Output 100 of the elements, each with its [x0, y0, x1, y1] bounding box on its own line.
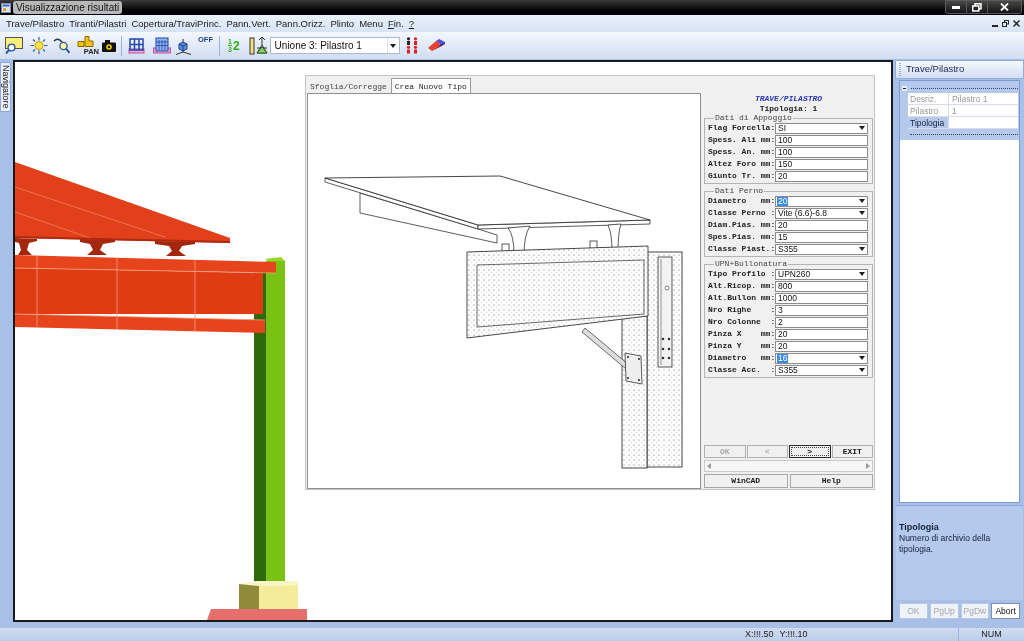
field-label: Spes.Pias. mm:: [707, 232, 775, 242]
group-title: Dati di Appoggio: [714, 114, 793, 122]
field-label: Alt.Ricop. mm:: [707, 281, 775, 291]
building-icon[interactable]: [153, 37, 171, 54]
app-icon: [1, 2, 11, 13]
text-field[interactable]: 2: [775, 316, 868, 328]
field-label: Nro Colonne :: [707, 317, 775, 327]
zoom-window-icon[interactable]: [5, 37, 23, 54]
field-label: Pinza Y mm:: [707, 341, 775, 351]
field-label: Diametro mm:: [707, 353, 775, 363]
x-coordinate: X:!!!.50: [745, 627, 774, 641]
tab[interactable]: Sfoglia/Corregge: [306, 78, 391, 93]
panel-title: Trave/Pilastro: [906, 62, 965, 77]
people-icon[interactable]: [404, 37, 419, 54]
menu-item[interactable]: Fin.: [385, 16, 406, 31]
menu-item[interactable]: Plinto: [328, 16, 357, 31]
dropdown[interactable]: UPN260: [775, 268, 868, 280]
building-frame-icon[interactable]: [128, 37, 145, 54]
eraser-icon[interactable]: [426, 39, 446, 52]
camera-icon[interactable]: [102, 39, 116, 52]
dropdown[interactable]: Unione 3: Pilastro 1: [269, 37, 400, 54]
minimize-button[interactable]: [945, 0, 967, 14]
description-text: Numero di archivio della tipologia.: [899, 533, 992, 555]
field-label: Diametro mm:: [707, 196, 775, 206]
menu-item[interactable]: Pann.Vert.: [224, 16, 273, 31]
field-label: Spess. An. mm:: [707, 147, 775, 157]
caret-icon: [859, 272, 865, 276]
form-heading: TRAVE/PILASTRO: [753, 94, 824, 104]
column-axes-icon[interactable]: [248, 36, 269, 55]
close-button[interactable]: [988, 0, 1022, 14]
close-icon[interactable]: [1013, 20, 1020, 27]
menu-item[interactable]: ?: [406, 16, 417, 31]
dropdown[interactable]: 16: [775, 352, 868, 364]
caret-icon: [859, 368, 865, 372]
dropdown[interactable]: S355: [775, 243, 868, 255]
help-button[interactable]: Help: [789, 474, 873, 488]
tab[interactable]: Crea Nuovo Tipo: [390, 78, 471, 93]
text-field[interactable]: 20: [775, 340, 868, 352]
window-title: Visualizzazione risultati: [13, 1, 123, 14]
text-field[interactable]: 15: [775, 231, 868, 243]
minimize-icon: [952, 5, 960, 9]
text-field[interactable]: 3: [775, 304, 868, 316]
dropdown[interactable]: S355: [775, 364, 868, 376]
text-field[interactable]: 1000: [775, 292, 868, 304]
caret-icon: [390, 43, 397, 48]
field-label: Classe Acc. :: [707, 365, 775, 375]
abort-button[interactable]: Abort: [991, 603, 1020, 619]
y-coordinate: Y:!!!.10: [779, 627, 808, 641]
restore-icon: [972, 2, 982, 12]
text-field[interactable]: 100: [775, 146, 868, 158]
field-label: Giunto Tr. mm:: [707, 171, 775, 181]
plinth: [239, 581, 298, 609]
group-title: UPN+Bullonatura: [714, 260, 788, 268]
text-field[interactable]: 20: [775, 219, 868, 231]
exit-button[interactable]: EXIT: [831, 445, 873, 458]
text-field[interactable]: 150: [775, 158, 868, 170]
menu-item[interactable]: Copertura/TraviPrinc.: [129, 16, 224, 31]
menu-item[interactable]: Menu: [357, 16, 385, 31]
group-title: Dati Perno: [714, 187, 764, 195]
property-label[interactable]: Tipologia: [908, 117, 948, 128]
description-title: Tipologia: [899, 522, 940, 533]
text-field[interactable]: 20: [775, 170, 868, 182]
wincad-button[interactable]: WinCAD: [704, 474, 788, 488]
purlin: [80, 239, 115, 255]
caret-icon: [859, 211, 865, 215]
menu-item[interactable]: Pann.Orizz.: [273, 16, 328, 31]
close-icon: [1000, 3, 1009, 11]
collapse-icon[interactable]: [902, 85, 907, 91]
purlin: [15, 238, 37, 255]
next-button[interactable]: >: [789, 445, 831, 458]
text-field[interactable]: 100: [775, 134, 868, 146]
form-subheading: Tipologia: 1: [758, 104, 819, 114]
text-field[interactable]: 800: [775, 280, 868, 292]
field-label: Classe Piast.:: [707, 244, 775, 254]
magnifier-icon[interactable]: [53, 37, 70, 54]
caret-icon: [859, 247, 865, 251]
navigator-tab[interactable]: Navigatore: [0, 62, 11, 112]
purlin: [155, 241, 195, 256]
field-label: Pinza X mm:: [707, 329, 775, 339]
text-field[interactable]: 20: [775, 328, 868, 340]
field-label: Altez Foro mm:: [707, 159, 775, 169]
restore-icon[interactable]: [1002, 20, 1009, 27]
field-label: Nro Righe :: [707, 305, 775, 315]
sun-icon[interactable]: [30, 37, 48, 54]
menu-item[interactable]: Tiranti/Pilastri: [67, 16, 129, 31]
field-label: Alt.Bullon mm:: [707, 293, 775, 303]
scrollbar[interactable]: [704, 460, 873, 472]
dropdown[interactable]: SI: [775, 122, 868, 134]
field-label: Tipo Profilo :: [707, 269, 775, 279]
right-arrow-icon[interactable]: [866, 463, 870, 469]
field-label: Flag Forcella:: [707, 123, 775, 133]
restore-button[interactable]: [967, 0, 988, 14]
model-viewport[interactable]: [13, 60, 893, 622]
menu-item[interactable]: Trave/Pilastro: [4, 16, 67, 31]
dropdown[interactable]: Vite (6.6)-6.8: [775, 207, 868, 219]
caret-icon: [859, 356, 865, 360]
dropdown[interactable]: 20: [775, 195, 868, 207]
left-arrow-icon[interactable]: [707, 463, 711, 469]
blocks-icon: [77, 35, 95, 47]
field-label: Classe Perno :: [707, 208, 775, 218]
